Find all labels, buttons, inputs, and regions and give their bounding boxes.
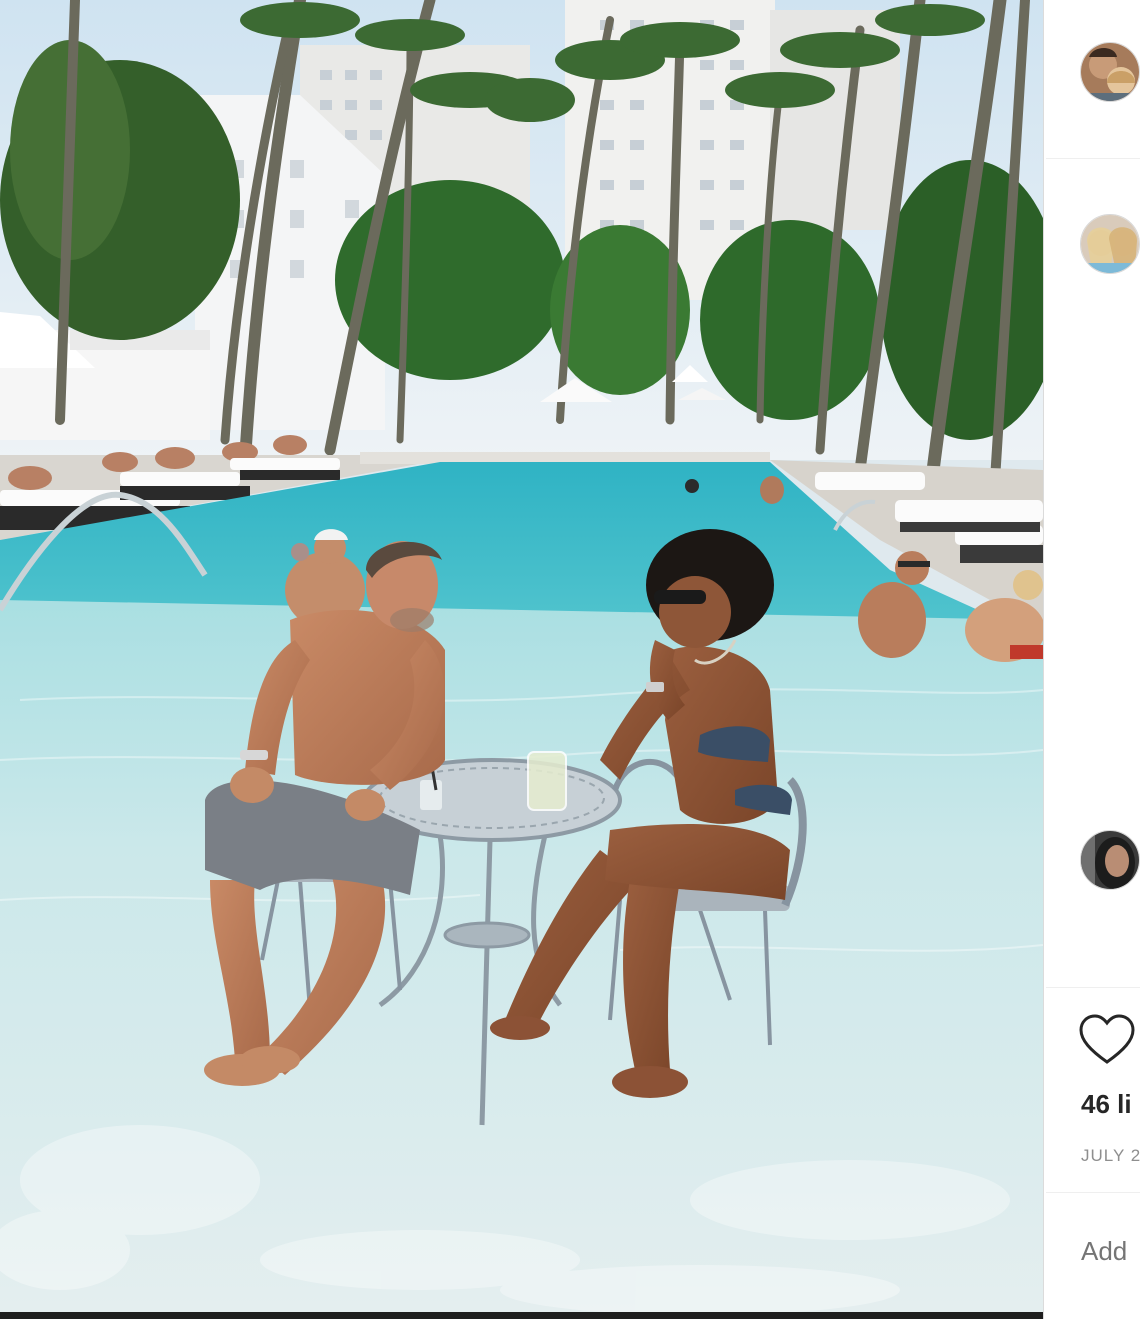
avatar-women-image [1081,215,1139,273]
photo-bottom-edge [0,1312,1043,1319]
avatar-woman-image [1081,831,1139,889]
post-date[interactable]: JULY 2 [1081,1146,1140,1166]
pool-photo-illustration [0,0,1043,1312]
add-comment-input[interactable] [1081,1236,1140,1267]
sidebar-divider [1046,987,1140,988]
likes-count[interactable]: 46 li [1081,1089,1132,1120]
avatar-couple-icon[interactable] [1080,42,1140,102]
post-frame: 46 li JULY 2 [0,0,1140,1319]
sidebar-divider [1046,158,1140,159]
heart-icon-shape [1079,1014,1135,1064]
heart-icon[interactable] [1078,1012,1136,1070]
avatar-woman-icon[interactable] [1080,830,1140,890]
avatar-women-icon[interactable] [1080,214,1140,274]
sidebar-divider [1046,1192,1140,1193]
post-sidebar [1043,0,1140,1319]
avatar-couple-image [1081,43,1139,101]
post-photo[interactable] [0,0,1043,1312]
